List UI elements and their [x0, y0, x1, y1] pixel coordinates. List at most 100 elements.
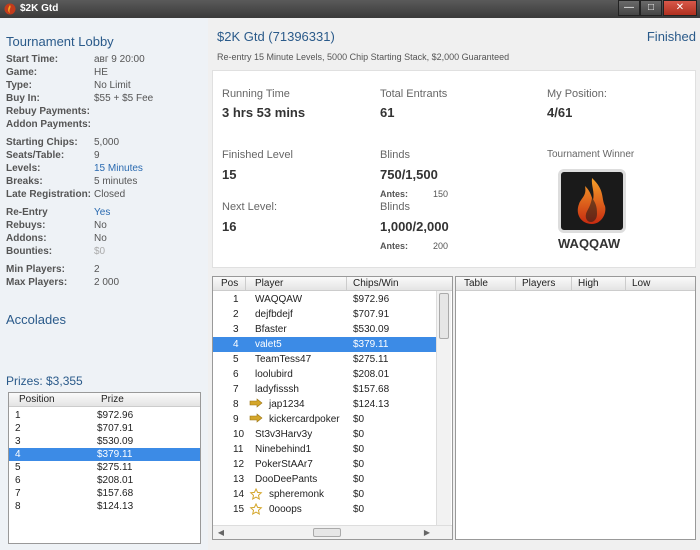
player-row[interactable]: 8 jap1234 $124.13: [213, 397, 436, 412]
player-row[interactable]: 13 DooDeePants $0: [213, 472, 436, 487]
player-chips: $530.09: [353, 324, 390, 335]
player-name: DooDeePants: [255, 474, 318, 485]
info-label: Max Players:: [6, 277, 68, 288]
header-table[interactable]: Table: [464, 278, 488, 289]
info-label: Start Time:: [6, 54, 59, 65]
prize-row[interactable]: 2 $707.91: [9, 422, 200, 435]
players-vertical-scrollbar[interactable]: [436, 291, 451, 525]
player-pos: 2: [233, 309, 239, 320]
minimize-button[interactable]: —: [618, 0, 640, 16]
prize-row[interactable]: 8 $124.13: [9, 500, 200, 513]
header-low[interactable]: Low: [632, 278, 650, 289]
player-pos: 10: [233, 429, 245, 440]
next-blinds-value: 1,000/2,000: [380, 219, 449, 234]
player-pos: 7: [233, 384, 239, 395]
prize-row[interactable]: 6 $208.01: [9, 474, 200, 487]
info-value[interactable]: Yes: [94, 207, 110, 218]
info-row: Rebuy Payments:: [6, 106, 206, 119]
prizes-header-position[interactable]: Position: [19, 394, 55, 405]
next-antes-value: 200: [433, 241, 449, 251]
info-value: $55 + $5 Fee: [94, 93, 154, 104]
prize-position: 8: [15, 501, 21, 512]
info-value: 2 000: [94, 277, 120, 288]
header-players[interactable]: Players: [522, 278, 555, 289]
info-label: Min Players:: [6, 264, 65, 275]
player-chips: $124.13: [353, 399, 390, 410]
window-title: $2K Gtd: [20, 3, 59, 14]
player-pos: 15: [233, 504, 245, 515]
players-horizontal-scrollbar[interactable]: ◀ ▶: [213, 525, 452, 539]
running-time-value: 3 hrs 53 mins: [222, 105, 306, 120]
player-row[interactable]: 12 PokerStAAr7 $0: [213, 457, 436, 472]
prize-row[interactable]: 7 $157.68: [9, 487, 200, 500]
info-label: Seats/Table:: [6, 150, 65, 161]
prize-amount: $208.01: [97, 475, 134, 486]
player-row[interactable]: 7 ladyfisssh $157.68: [213, 382, 436, 397]
player-name: WAQQAW: [255, 294, 303, 305]
player-pos: 6: [233, 369, 239, 380]
player-name: ladyfisssh: [255, 384, 299, 395]
prizes-header-prize[interactable]: Prize: [101, 394, 124, 405]
horizontal-scroll-thumb[interactable]: [313, 528, 341, 537]
info-row: Max Players: 2 000: [6, 277, 206, 290]
maximize-button[interactable]: □: [640, 0, 662, 16]
player-name: dejfbdejf: [255, 309, 293, 320]
my-position-value: 4/61: [547, 105, 573, 120]
player-row[interactable]: 6 loolubird $208.01: [213, 367, 436, 382]
header-high[interactable]: High: [578, 278, 599, 289]
tables-table[interactable]: Table Players High Low: [455, 276, 696, 540]
player-row[interactable]: 10 St3v3Harv3y $0: [213, 427, 436, 442]
info-label: Rebuy Payments:: [6, 106, 90, 117]
lobby-sidebar: Tournament Lobby Start Time: авг 9 20:00 G…: [0, 18, 208, 550]
player-row[interactable]: 9 kickercardpoker $0: [213, 412, 436, 427]
info-value[interactable]: 15 Minutes: [94, 163, 143, 174]
player-pos: 4: [233, 339, 239, 350]
player-row[interactable]: 15 0ooops $0: [213, 502, 436, 517]
header-chips-win[interactable]: Chips/Win: [353, 278, 399, 289]
prizes-table[interactable]: Position Prize 1 $972.96 2 $707.91 3 $530.09 4…: [8, 392, 201, 544]
header-pos[interactable]: Pos: [221, 278, 238, 289]
info-label: Game:: [6, 67, 38, 78]
finished-level-value: 15: [222, 167, 237, 182]
player-row[interactable]: 1 WAQQAW $972.96: [213, 292, 436, 307]
player-row[interactable]: 5 TeamTess47 $275.11: [213, 352, 436, 367]
close-button[interactable]: ✕: [663, 0, 697, 16]
info-value: HE: [94, 67, 108, 78]
info-value: авг 9 20:00: [94, 54, 145, 65]
prize-amount: $530.09: [97, 436, 134, 447]
vertical-scroll-thumb[interactable]: [439, 293, 449, 339]
player-pos: 9: [233, 414, 239, 425]
accolades-link[interactable]: Accolades: [6, 312, 66, 327]
info-label: Re-Entry: [6, 207, 48, 218]
player-chips: $0: [353, 504, 365, 515]
prize-amount: $275.11: [97, 462, 133, 473]
info-label: Late Registration:: [6, 189, 92, 200]
player-name: loolubird: [255, 369, 293, 380]
tournament-stats: Running Time 3 hrs 53 mins Total Entrant…: [212, 70, 696, 268]
prize-position: 1: [15, 410, 21, 421]
header-player[interactable]: Player: [255, 278, 283, 289]
info-label: Starting Chips:: [6, 137, 78, 148]
players-table[interactable]: Pos Player Chips/Win 1 WAQQAW $972.96 2 dejf…: [212, 276, 453, 540]
prize-row[interactable]: 5 $275.11: [9, 461, 200, 474]
player-row[interactable]: 4 valet5 $379.11: [213, 337, 436, 352]
player-chips: $972.96: [353, 294, 390, 305]
info-row: Rebuys: No: [6, 220, 206, 233]
player-row[interactable]: 3 Bfaster $530.09: [213, 322, 436, 337]
player-row[interactable]: 11 Ninebehind1 $0: [213, 442, 436, 457]
scroll-right-arrow-icon[interactable]: ▶: [421, 527, 433, 539]
player-row[interactable]: 2 dejfbdejf $707.91: [213, 307, 436, 322]
star-outline-icon: [249, 487, 263, 503]
info-label: Addons:: [6, 233, 47, 244]
player-row[interactable]: 14 spheremonk $0: [213, 487, 436, 502]
prize-amount: $157.68: [97, 488, 134, 499]
prize-row[interactable]: 1 $972.96: [9, 409, 200, 422]
player-name: TeamTess47: [255, 354, 312, 365]
prize-row[interactable]: 4 $379.11: [9, 448, 200, 461]
tournament-details: $2K Gtd (71396331) Finished Re-entry 15 …: [208, 18, 700, 550]
info-row: Start Time: авг 9 20:00: [6, 54, 206, 67]
player-chips: $0: [353, 429, 365, 440]
scroll-left-arrow-icon[interactable]: ◀: [215, 527, 227, 539]
prizes-title: Prizes: $3,355: [6, 374, 83, 388]
prize-row[interactable]: 3 $530.09: [9, 435, 200, 448]
